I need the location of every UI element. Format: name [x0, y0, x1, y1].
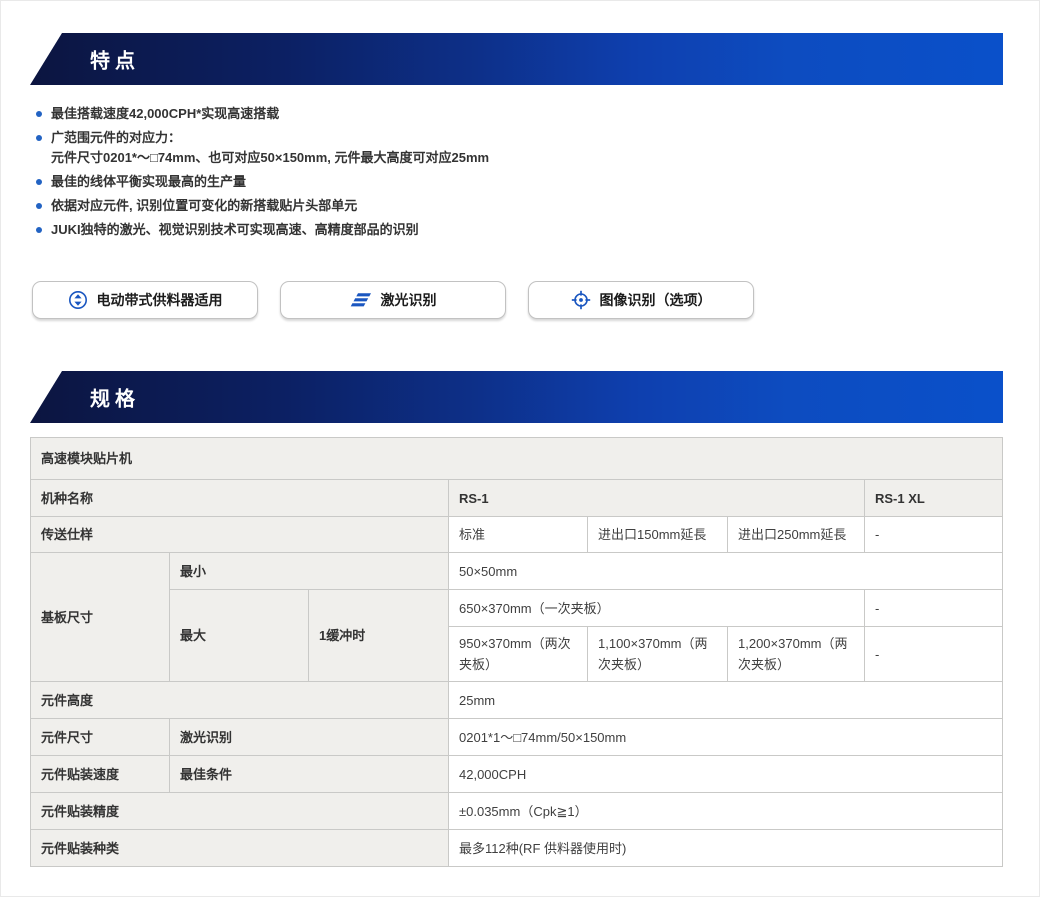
bullet-text: 最佳搭载速度42,000CPH*实现高速搭载: [51, 104, 279, 124]
feature-bullet: 最佳搭载速度42,000CPH*实现高速搭载: [36, 104, 656, 124]
features-section-banner: 特点: [30, 33, 1003, 85]
bullet-subtext: 元件尺寸0201*～□74mm、也可对应50×150mm, 元件最大高度可对应2…: [51, 148, 489, 168]
spec-cell-board-double-clamp-3: 1,200×370mm（两次夹板）: [728, 627, 865, 682]
spec-cell-board-min-value: 50×50mm: [449, 553, 1003, 590]
crosshair-icon: [571, 290, 591, 310]
bullet-dot-icon: [36, 203, 42, 209]
spec-cell-board-single-clamp: 650×370mm（一次夹板）: [449, 590, 865, 627]
table-row: 传送仕样 标准 进出口150mm延長 进出口250mm延長 -: [31, 517, 1003, 553]
spec-cell-height-value: 25mm: [449, 682, 1003, 719]
spec-cell-height-label: 元件高度: [31, 682, 449, 719]
feature-bullet: 依据对应元件, 识别位置可变化的新搭载贴片头部单元: [36, 196, 656, 216]
table-row: 元件贴装种类 最多112种(RF 供料器使用时): [31, 830, 1003, 867]
spec-cell-speed-value: 42,000CPH: [449, 756, 1003, 793]
spec-cell-accuracy-label: 元件贴装精度: [31, 793, 449, 830]
spec-cell-board-label: 基板尺寸: [31, 553, 170, 682]
specs-section-title: 规格: [90, 383, 140, 412]
table-row: 基板尺寸 最小 50×50mm: [31, 553, 1003, 590]
spec-cell-accuracy-value: ±0.035mm（Cpk≧1）: [449, 793, 1003, 830]
spec-cell-conveyor-label: 传送仕样: [31, 517, 449, 553]
table-row: 最大 1缓冲时 650×370mm（一次夹板） -: [31, 590, 1003, 627]
spec-cell-conveyor-xl: -: [865, 517, 1003, 553]
spec-cell-speed-condition: 最佳条件: [170, 756, 449, 793]
feature-button-label: 激光识别: [381, 290, 437, 310]
feature-button-label: 电动带式供料器适用: [97, 290, 223, 310]
laser-recognition-button[interactable]: 激光识别: [280, 281, 506, 319]
features-section-title: 特点: [90, 45, 140, 74]
table-row: 元件贴装精度 ±0.035mm（Cpk≧1）: [31, 793, 1003, 830]
laser-lines-icon: [350, 292, 372, 308]
spec-cell-part-size-method: 激光识别: [170, 719, 449, 756]
spec-cell-board-min-label: 最小: [170, 553, 449, 590]
bullet-text: 最佳的线体平衡实现最高的生产量: [51, 172, 246, 192]
bullet-text: JUKI独特的激光、视觉识别技术可实现高速、高精度部品的识别: [51, 220, 419, 240]
bullet-text: 依据对应元件, 识别位置可变化的新搭载贴片头部单元: [51, 196, 357, 216]
image-recognition-button[interactable]: 图像识别（选项）: [528, 281, 754, 319]
table-row: 元件高度 25mm: [31, 682, 1003, 719]
table-row: 高速模块贴片机: [31, 438, 1003, 480]
spec-cell-conveyor-ext250: 进出口250mm延長: [728, 517, 865, 553]
spec-cell-speed-label: 元件贴装速度: [31, 756, 170, 793]
spec-cell-model-rs1: RS-1: [449, 480, 865, 517]
feeder-updown-icon: [68, 290, 88, 310]
feature-bullet: 最佳的线体平衡实现最高的生产量: [36, 172, 656, 192]
spec-cell-board-max-label: 最大: [170, 590, 309, 682]
table-row: 机种名称 RS-1 RS-1 XL: [31, 480, 1003, 517]
spec-cell-conveyor-standard: 标准: [449, 517, 588, 553]
spec-table: 高速模块贴片机 机种名称 RS-1 RS-1 XL 传送仕样 标准 进出口150…: [30, 437, 1003, 867]
product-spec-page: 特点 最佳搭载速度42,000CPH*实现高速搭载 广范围元件的对应力： 元件尺…: [0, 0, 1040, 897]
spec-cell-part-size-value: 0201*1～□74mm/50×150mm: [449, 719, 1003, 756]
bullet-dot-icon: [36, 179, 42, 185]
bullet-dot-icon: [36, 111, 42, 117]
spec-cell-board-double-clamp-xl: -: [865, 627, 1003, 682]
bullet-dot-icon: [36, 135, 42, 141]
spec-cell-model-label: 机种名称: [31, 480, 449, 517]
spec-table-caption: 高速模块贴片机: [31, 438, 1003, 480]
spec-cell-board-buffer-label: 1缓冲时: [309, 590, 449, 682]
spec-cell-conveyor-ext150: 进出口150mm延長: [588, 517, 728, 553]
spec-cell-part-size-label: 元件尺寸: [31, 719, 170, 756]
feature-badge-row: 电动带式供料器适用 激光识别 图像识别（选项）: [32, 281, 754, 319]
spec-cell-variety-value: 最多112种(RF 供料器使用时): [449, 830, 1003, 867]
bullet-text: 广范围元件的对应力：: [51, 128, 489, 148]
feature-bullet: 广范围元件的对应力： 元件尺寸0201*～□74mm、也可对应50×150mm,…: [36, 128, 656, 168]
feature-bullet: JUKI独特的激光、视觉识别技术可实现高速、高精度部品的识别: [36, 220, 656, 240]
spec-cell-variety-label: 元件贴装种类: [31, 830, 449, 867]
specs-section-banner: 规格: [30, 371, 1003, 423]
spec-cell-board-double-clamp-2: 1,100×370mm（两次夹板）: [588, 627, 728, 682]
table-row: 元件尺寸 激光识别 0201*1～□74mm/50×150mm: [31, 719, 1003, 756]
table-row: 元件贴装速度 最佳条件 42,000CPH: [31, 756, 1003, 793]
electric-tape-feeder-button[interactable]: 电动带式供料器适用: [32, 281, 258, 319]
bullet-dot-icon: [36, 227, 42, 233]
spec-cell-board-single-clamp-xl: -: [865, 590, 1003, 627]
features-bullet-list: 最佳搭载速度42,000CPH*实现高速搭载 广范围元件的对应力： 元件尺寸02…: [36, 104, 656, 244]
spec-cell-model-rs1xl: RS-1 XL: [865, 480, 1003, 517]
feature-button-label: 图像识别（选项）: [600, 290, 712, 310]
spec-cell-board-double-clamp-1: 950×370mm（两次夹板）: [449, 627, 588, 682]
